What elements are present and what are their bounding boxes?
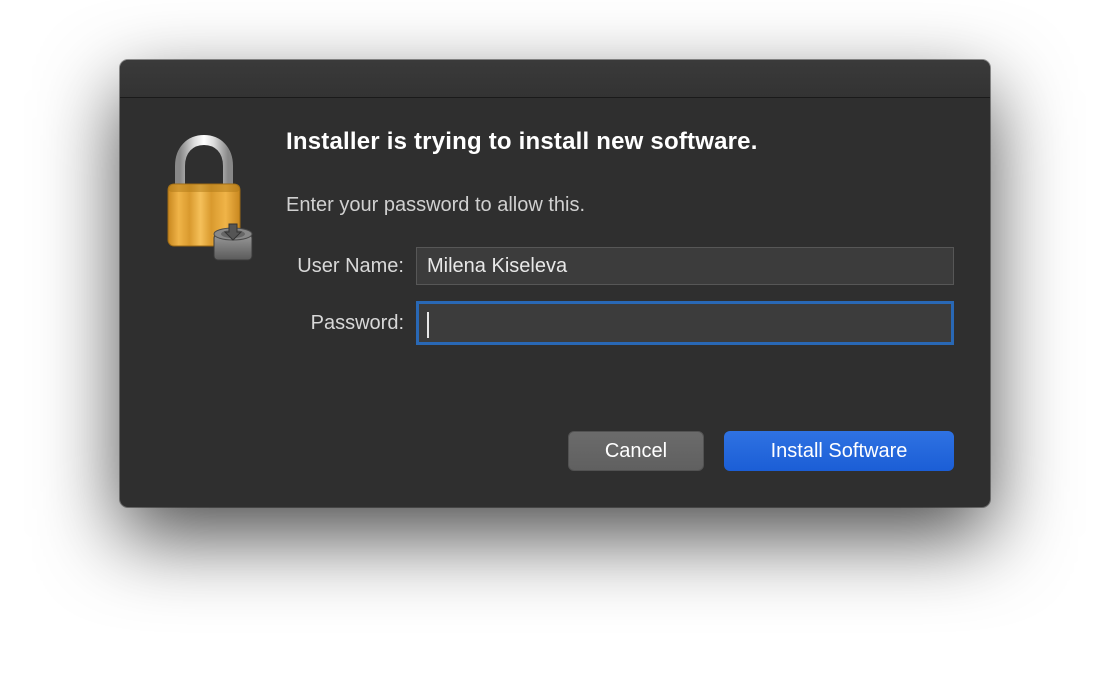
username-input[interactable]	[416, 247, 954, 285]
password-label: Password:	[286, 312, 416, 335]
password-row: Password:	[286, 301, 954, 345]
dialog-content: Installer is trying to install new softw…	[120, 98, 990, 391]
dialog-subtext: Enter your password to allow this.	[286, 194, 954, 217]
username-label: User Name:	[286, 255, 416, 278]
button-row: Cancel Install Software	[120, 391, 990, 507]
auth-dialog: Installer is trying to install new softw…	[120, 60, 990, 507]
titlebar	[120, 60, 990, 98]
text-cursor	[427, 312, 429, 338]
lock-icon	[156, 128, 256, 361]
password-input[interactable]	[416, 301, 954, 345]
dialog-text-area: Installer is trying to install new softw…	[286, 128, 954, 361]
cancel-button[interactable]: Cancel	[568, 431, 704, 471]
install-software-button[interactable]: Install Software	[724, 431, 954, 471]
username-row: User Name:	[286, 247, 954, 285]
dialog-heading: Installer is trying to install new softw…	[286, 128, 954, 156]
